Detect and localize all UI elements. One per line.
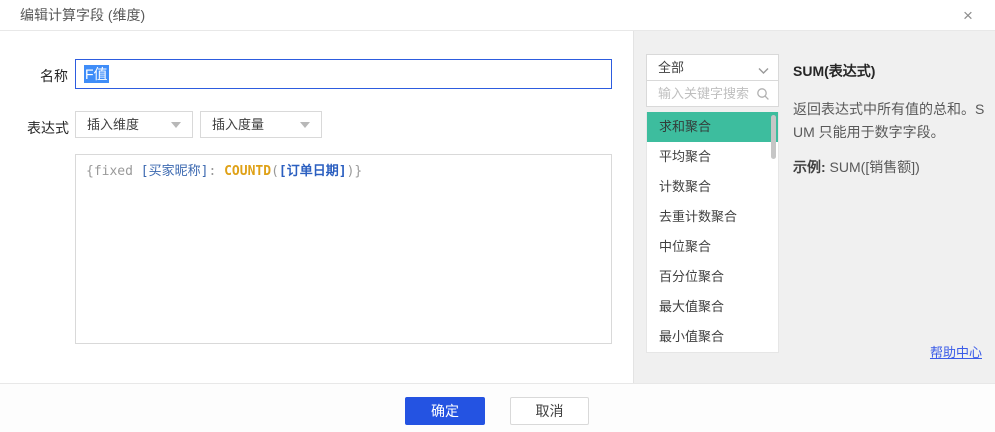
list-item-avg[interactable]: 平均聚合 <box>647 142 778 172</box>
close-icon[interactable]: × <box>957 5 979 27</box>
cancel-button[interactable]: 取消 <box>510 397 589 425</box>
list-item-sum[interactable]: 求和聚合 <box>647 112 778 142</box>
aggregation-function-list: 求和聚合 平均聚合 计数聚合 去重计数聚合 中位聚合 百分位聚合 最大值聚合 最… <box>646 112 779 353</box>
edit-calculated-field-dialog: 编辑计算字段 (维度) × 名称 F值 表达式 插入维度 插入度量 {fixed… <box>0 0 995 432</box>
list-item-median[interactable]: 中位聚合 <box>647 232 778 262</box>
name-input[interactable]: F值 <box>75 59 612 89</box>
code-token-open: {fixed <box>86 164 141 179</box>
insert-dimension-dropdown[interactable]: 插入维度 <box>75 111 193 138</box>
code-token-field1: [买家昵称] <box>141 164 209 179</box>
insert-measure-label: 插入度量 <box>212 112 264 137</box>
caret-down-icon <box>300 122 310 128</box>
code-token-paren: ( <box>271 164 279 179</box>
ok-button[interactable]: 确定 <box>405 397 485 425</box>
function-search-box <box>646 80 779 107</box>
list-item-percentile[interactable]: 百分位聚合 <box>647 262 778 292</box>
dialog-title: 编辑计算字段 (维度) <box>20 0 145 31</box>
insert-dimension-label: 插入维度 <box>87 112 139 137</box>
caret-down-icon <box>171 122 181 128</box>
function-help-panel: 全部 求和聚合 平均聚合 计数聚合 去重计数聚合 中位聚合 百分位聚合 最大值聚… <box>633 31 995 383</box>
list-item-max[interactable]: 最大值聚合 <box>647 292 778 322</box>
search-input[interactable] <box>647 81 755 106</box>
code-token-close: )} <box>347 164 363 179</box>
expression-label: 表达式 <box>27 118 69 138</box>
doc-example-value: SUM([销售额]) <box>826 159 920 175</box>
chevron-down-icon <box>758 63 769 78</box>
code-token-function: COUNTD <box>224 164 271 179</box>
list-scrollbar-thumb[interactable] <box>771 115 776 159</box>
help-center-link[interactable]: 帮助中心 <box>930 342 982 361</box>
list-item-count-distinct[interactable]: 去重计数聚合 <box>647 202 778 232</box>
name-label: 名称 <box>40 66 68 86</box>
name-input-selected-text: F值 <box>84 65 109 83</box>
function-doc: SUM(表达式) 返回表达式中所有值的总和。SUM 只能用于数字字段。 示例: … <box>793 61 993 177</box>
search-icon <box>756 87 770 106</box>
expression-editor[interactable]: {fixed [买家昵称]: COUNTD([订单日期])} <box>75 154 612 344</box>
insert-measure-dropdown[interactable]: 插入度量 <box>200 111 322 138</box>
category-dropdown-value: 全部 <box>658 55 684 80</box>
dialog-footer: 确定 取消 <box>0 383 995 432</box>
list-item-min[interactable]: 最小值聚合 <box>647 322 778 352</box>
code-token-field2: [订单日期] <box>279 164 347 179</box>
doc-title: SUM(表达式) <box>793 61 993 81</box>
list-item-count[interactable]: 计数聚合 <box>647 172 778 202</box>
code-token-colon: : <box>208 164 224 179</box>
category-dropdown[interactable]: 全部 <box>646 54 779 81</box>
doc-example-label: 示例: <box>793 159 826 175</box>
doc-example: 示例: SUM([销售额]) <box>793 157 993 177</box>
doc-description: 返回表达式中所有值的总和。SUM 只能用于数字字段。 <box>793 98 991 144</box>
dialog-titlebar: 编辑计算字段 (维度) × <box>0 0 995 31</box>
